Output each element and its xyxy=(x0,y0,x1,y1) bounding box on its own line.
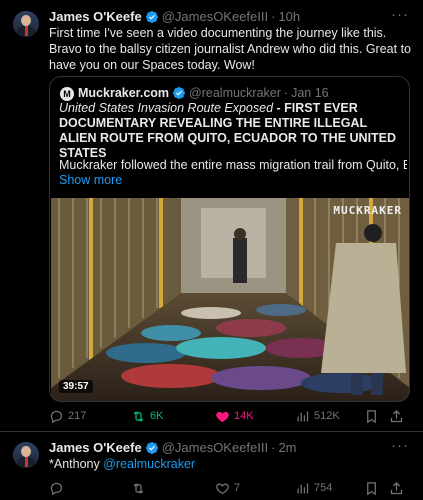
author-handle[interactable]: @JamesOKeefeIII xyxy=(162,440,268,455)
reply-button[interactable]: 217 xyxy=(49,406,86,426)
reply-button[interactable] xyxy=(49,478,68,498)
like-count: 14K xyxy=(234,410,254,422)
muckraker-logo: M xyxy=(60,87,74,101)
repost-icon xyxy=(133,410,144,422)
separator-dot: · xyxy=(271,440,276,455)
repost-button[interactable]: 6K xyxy=(131,406,163,426)
reply-count: 217 xyxy=(68,410,87,422)
like-icon xyxy=(216,482,229,494)
tweet-header: James O'Keefe @JamesOKeefeIII · 2m xyxy=(49,440,297,455)
quoted-author-name[interactable]: Muckraker.com xyxy=(78,86,169,100)
like-count: 7 xyxy=(234,482,241,494)
tweet-header: James O'Keefe @JamesOKeefeIII · 10h xyxy=(49,9,300,24)
views-icon xyxy=(297,483,309,493)
quoted-tweet[interactable]: M Muckraker.com @realmuckraker · Jan 16 … xyxy=(49,76,410,402)
views-icon xyxy=(297,411,309,421)
avatar[interactable] xyxy=(13,442,39,468)
share-icon xyxy=(390,409,403,422)
like-button[interactable]: 14K xyxy=(215,406,254,426)
author-name[interactable]: James O'Keefe xyxy=(49,9,142,24)
share-button[interactable] xyxy=(389,406,404,426)
mention-link[interactable]: @realmuckraker xyxy=(103,457,195,471)
quoted-header: Muckraker.com @realmuckraker · Jan 16 xyxy=(78,86,329,100)
views-button[interactable]: 512K xyxy=(295,406,340,426)
more-icon[interactable]: ··· xyxy=(391,437,409,454)
tweet-text: *Anthony @realmuckraker xyxy=(49,456,195,472)
like-icon xyxy=(216,411,229,422)
video-watermark: MUCKRAKER xyxy=(333,204,402,217)
verified-badge-icon xyxy=(145,10,158,23)
bookmark-icon xyxy=(367,481,376,495)
share-button[interactable] xyxy=(389,478,404,498)
video-thumbnail[interactable]: MUCKRAKER 39:57 xyxy=(51,198,409,401)
views-count: 754 xyxy=(314,482,333,494)
bookmark-button[interactable] xyxy=(364,406,379,426)
video-duration: 39:57 xyxy=(59,380,93,393)
like-button[interactable]: 7 xyxy=(215,478,240,498)
tweet-actions: 217 6K 14K 512K xyxy=(49,406,410,426)
repost-button[interactable] xyxy=(131,478,150,498)
separator-dot: · xyxy=(271,9,276,24)
repost-icon xyxy=(133,482,144,494)
verified-badge-icon xyxy=(173,87,186,99)
video-frame-image xyxy=(51,198,409,401)
timestamp[interactable]: 10h xyxy=(278,9,300,24)
timestamp[interactable]: 2m xyxy=(278,440,296,455)
tweet-okeefe-main[interactable]: James O'Keefe @JamesOKeefeIII · 10h ··· … xyxy=(0,0,423,432)
repost-count: 6K xyxy=(150,410,164,422)
quoted-title: United States Invasion Route Exposed - F… xyxy=(59,101,407,161)
avatar[interactable] xyxy=(13,11,39,37)
bookmark-button[interactable] xyxy=(364,478,379,498)
tweet-actions: 7 754 xyxy=(49,478,410,498)
quoted-date[interactable]: Jan 16 xyxy=(291,86,329,100)
author-name[interactable]: James O'Keefe xyxy=(49,440,142,455)
views-count: 512K xyxy=(314,410,340,422)
author-handle[interactable]: @JamesOKeefeIII xyxy=(162,9,268,24)
tweet-text: First time I've seen a video documenting… xyxy=(49,26,411,72)
reply-icon xyxy=(50,482,63,495)
share-icon xyxy=(390,481,403,494)
more-icon[interactable]: ··· xyxy=(391,6,409,23)
quoted-author-handle[interactable]: @realmuckraker xyxy=(189,86,281,100)
verified-badge-icon xyxy=(145,441,158,454)
show-more-link[interactable]: Show more xyxy=(59,173,122,187)
reply-icon xyxy=(50,410,63,423)
separator-dot: · xyxy=(283,86,289,100)
tweet-text-prefix: *Anthony xyxy=(49,457,104,471)
quoted-title-italic: United States Invasion Route Exposed xyxy=(59,101,274,115)
bookmark-icon xyxy=(367,409,376,423)
quoted-body: Muckraker followed the entire mass migra… xyxy=(59,158,407,172)
tweet-okeefe-reply[interactable]: James O'Keefe @JamesOKeefeIII · 2m ··· *… xyxy=(0,432,423,500)
views-button[interactable]: 754 xyxy=(295,478,332,498)
